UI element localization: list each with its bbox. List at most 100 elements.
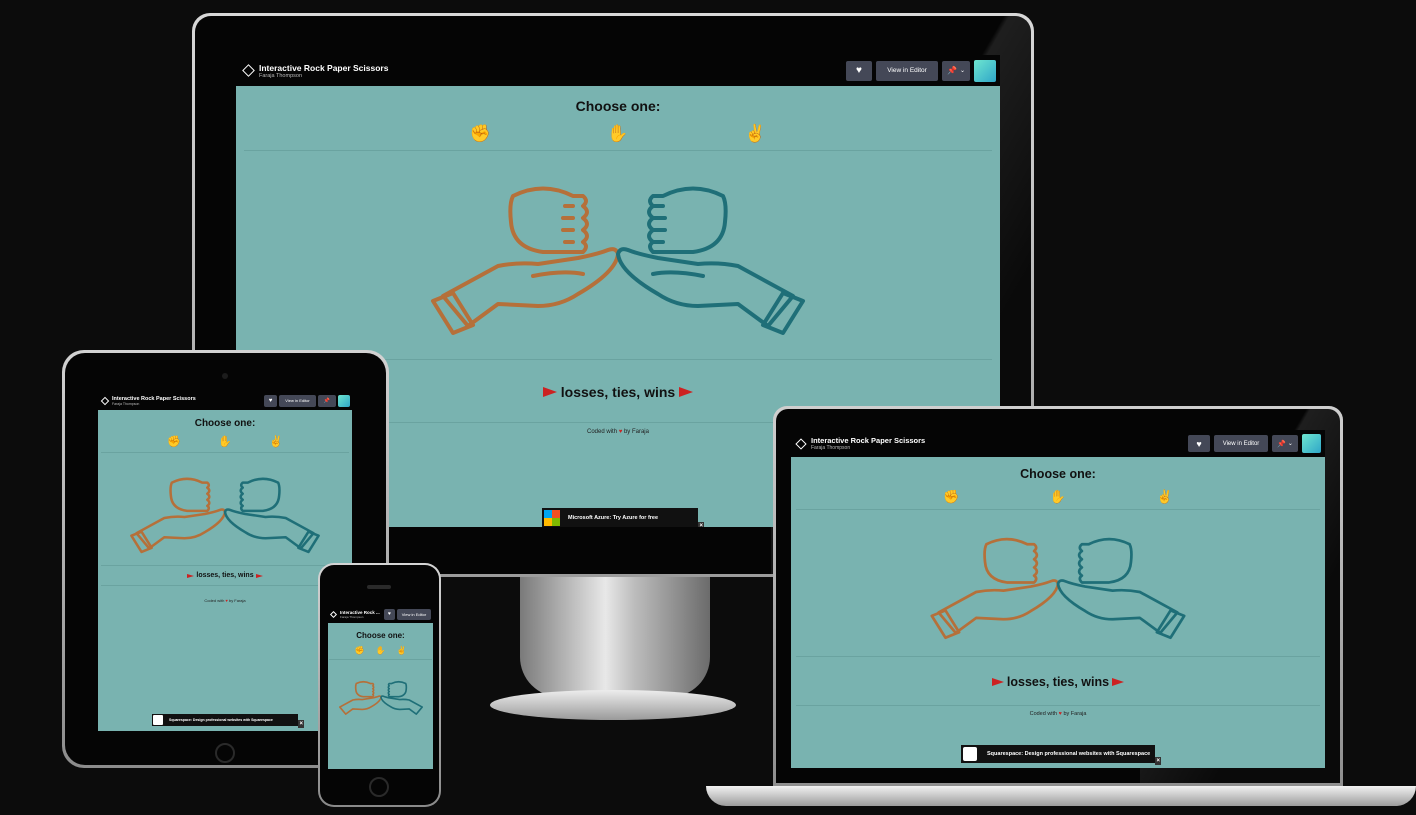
- flag-icon: [679, 387, 694, 397]
- codepen-logo-icon[interactable]: [795, 437, 807, 450]
- home-button[interactable]: [215, 743, 235, 763]
- monitor-stand: [520, 577, 710, 697]
- hands-illustration: [925, 534, 1191, 650]
- divider: [329, 659, 432, 660]
- heart-button[interactable]: ♥: [264, 394, 277, 407]
- choose-heading: Choose one:: [356, 631, 405, 640]
- footer-prefix: Coded with: [587, 429, 618, 435]
- avatar[interactable]: [338, 394, 350, 407]
- flag-icon: [542, 387, 557, 397]
- heart-icon: ♥: [225, 598, 228, 603]
- view-in-editor-button[interactable]: View in Editor: [279, 394, 316, 407]
- paper-choice-icon[interactable]: ✋: [218, 435, 232, 448]
- close-icon[interactable]: ×: [298, 720, 304, 728]
- ad-text: Squarespace: Design professional website…: [169, 718, 273, 722]
- hands-illustration: [126, 475, 324, 561]
- footer-credit: Coded with ♥ by Faraja: [587, 429, 649, 435]
- footer-suffix: by Faraja: [1063, 711, 1087, 717]
- choose-heading: Choose one:: [194, 418, 256, 429]
- choice-row: ✊ ✋ ✌: [149, 435, 301, 448]
- app-laptop: Interactive Rock Paper Scissors Faraja T…: [791, 430, 1325, 768]
- scissors-choice-icon[interactable]: ✌: [745, 124, 766, 144]
- app-phone: Interactive Rock ... Faraja Thompson ♥ V…: [328, 605, 433, 769]
- footer-suffix: by Faraja: [228, 598, 246, 603]
- view-in-editor-button[interactable]: View in Editor: [1214, 435, 1268, 452]
- heart-button[interactable]: ♥: [384, 608, 395, 620]
- heart-icon: ♥: [856, 65, 862, 76]
- home-button[interactable]: [369, 777, 389, 797]
- scissors-choice-icon[interactable]: ✌: [397, 646, 407, 655]
- heart-button[interactable]: ♥: [1188, 435, 1210, 452]
- avatar[interactable]: [1302, 434, 1321, 453]
- view-in-editor-button[interactable]: View in Editor: [876, 60, 938, 81]
- chevron-down-icon: ⌄: [1287, 441, 1293, 447]
- devices-mockup: Interactive Rock Paper Scissors Faraja T…: [0, 0, 1416, 815]
- score-text: losses, ties, wins: [1006, 675, 1110, 689]
- pen-author[interactable]: Faraja Thompson: [112, 402, 262, 406]
- close-icon[interactable]: ×: [1155, 757, 1161, 765]
- paper-choice-icon[interactable]: ✋: [1050, 489, 1066, 505]
- laptop-base: [706, 786, 1416, 806]
- rock-choice-icon[interactable]: ✊: [943, 489, 959, 505]
- heart-icon: ♥: [618, 429, 623, 435]
- score-text: losses, ties, wins: [196, 572, 254, 579]
- heart-icon: ♥: [388, 611, 391, 617]
- divider: [243, 150, 993, 151]
- pen-author[interactable]: Faraja Thompson: [811, 445, 1184, 451]
- scissors-choice-icon[interactable]: ✌: [1157, 489, 1173, 505]
- codepen-logo-icon[interactable]: [100, 396, 110, 405]
- codepen-logo-icon[interactable]: [242, 64, 255, 77]
- pin-button[interactable]: 📌: [318, 394, 336, 407]
- pen-title: Interactive Rock Paper Scissors: [259, 62, 389, 73]
- close-icon[interactable]: ×: [698, 522, 704, 527]
- heart-icon: ♥: [268, 397, 273, 404]
- paper-choice-icon[interactable]: ✋: [607, 124, 628, 144]
- speaker-icon: [367, 585, 391, 589]
- score-line: losses, ties, wins: [991, 675, 1125, 689]
- footer-prefix: Coded with: [1029, 711, 1058, 717]
- choice-row: ✊ ✋ ✌: [349, 646, 412, 655]
- carbon-ad[interactable]: Squarespace: Design professional website…: [961, 745, 1161, 765]
- choice-row: ✊ ✋ ✌: [898, 489, 1218, 505]
- score-line: losses, ties, wins: [187, 572, 263, 579]
- flag-icon: [1112, 678, 1125, 686]
- carbon-ad[interactable]: Microsoft Azure: Try Azure for free ×: [542, 508, 704, 527]
- avatar[interactable]: [974, 59, 996, 82]
- pin-button[interactable]: 📌 ⌄: [942, 60, 970, 81]
- paper-choice-icon[interactable]: ✋: [376, 646, 386, 655]
- codepen-logo-icon[interactable]: [329, 610, 338, 618]
- scissors-choice-icon[interactable]: ✌: [269, 435, 283, 448]
- rock-choice-icon[interactable]: ✊: [355, 646, 365, 655]
- camera-icon: [222, 373, 228, 379]
- app-tablet: Interactive Rock Paper Scissors Faraja T…: [98, 391, 352, 731]
- pen-header: Interactive Rock Paper Scissors Faraja T…: [98, 391, 352, 410]
- choice-row: ✊ ✋ ✌: [412, 124, 825, 144]
- pen-header: Interactive Rock Paper Scissors Faraja T…: [236, 55, 1000, 86]
- rock-choice-icon[interactable]: ✊: [167, 435, 181, 448]
- divider: [100, 585, 350, 586]
- footer-credit: Coded with ♥ by Faraja: [1030, 711, 1087, 717]
- pin-button[interactable]: 📌 ⌄: [1272, 435, 1298, 452]
- squarespace-logo-icon: [153, 715, 163, 725]
- pen-author[interactable]: Faraja Thompson: [259, 73, 842, 79]
- rock-choice-icon[interactable]: ✊: [470, 124, 491, 144]
- footer-prefix: Coded with: [204, 598, 225, 603]
- squarespace-logo-icon: [963, 747, 977, 761]
- hands-illustration: [335, 680, 427, 720]
- carbon-ad[interactable]: Squarespace: Design professional website…: [152, 714, 304, 728]
- ad-text: Microsoft Azure: Try Azure for free: [568, 515, 659, 521]
- hands-illustration: [423, 181, 813, 351]
- phone: Interactive Rock ... Faraja Thompson ♥ V…: [318, 563, 441, 807]
- pen-author[interactable]: Faraja Thompson: [340, 615, 382, 619]
- score-text: losses, ties, wins: [560, 384, 676, 400]
- monitor-stand-base: [490, 690, 736, 720]
- laptop-screen: Interactive Rock Paper Scissors Faraja T…: [791, 430, 1325, 768]
- heart-button[interactable]: ♥: [846, 60, 872, 81]
- pen-header: Interactive Rock Paper Scissors Faraja T…: [791, 430, 1325, 457]
- score-line: losses, ties, wins: [542, 384, 694, 400]
- pin-icon: 📌: [947, 66, 957, 75]
- hands-svg: [338, 680, 423, 715]
- view-in-editor-button[interactable]: View in Editor: [397, 608, 431, 620]
- divider: [796, 705, 1320, 706]
- pen-header: Interactive Rock ... Faraja Thompson ♥ V…: [328, 605, 433, 623]
